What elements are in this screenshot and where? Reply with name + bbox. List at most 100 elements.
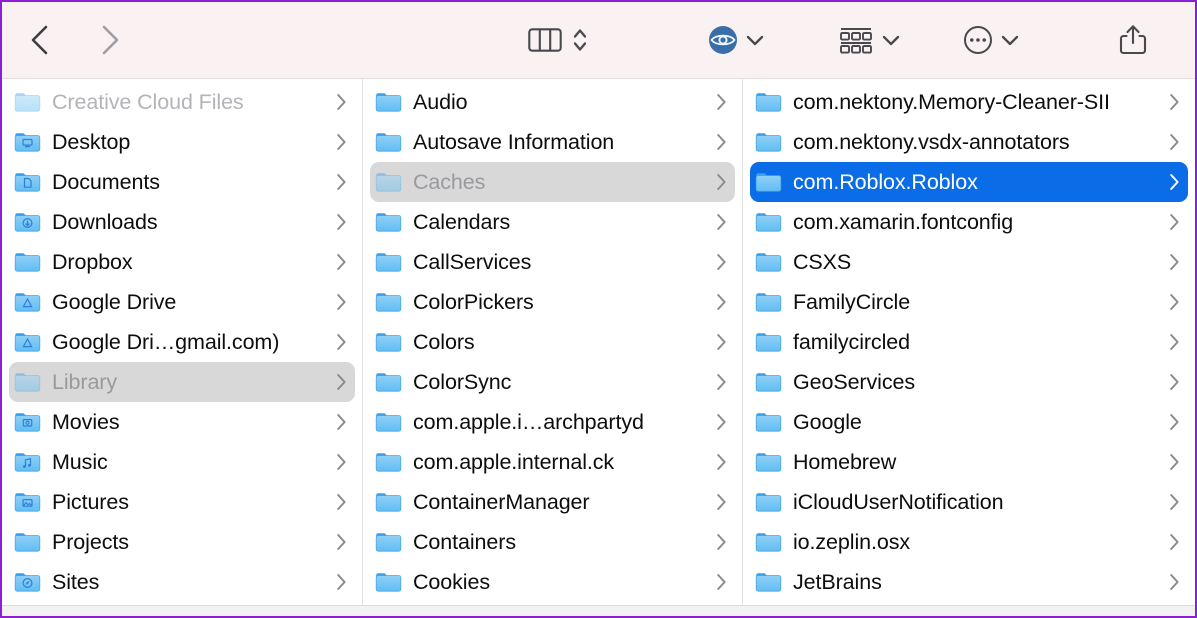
more-actions-button[interactable]: [963, 18, 1020, 62]
chevron-right-icon[interactable]: [715, 212, 728, 232]
list-item[interactable]: io.zeplin.osx: [750, 522, 1188, 562]
view-stepper-button[interactable]: [572, 18, 588, 62]
list-item[interactable]: Dropbox: [9, 242, 355, 282]
chevron-right-icon[interactable]: [1168, 332, 1181, 352]
library-column[interactable]: AudioAutosave InformationCachesCalendars…: [363, 79, 743, 605]
chevron-right-icon[interactable]: [715, 532, 728, 552]
list-item[interactable]: Homebrew: [750, 442, 1188, 482]
list-item[interactable]: Desktop: [9, 122, 355, 162]
chevron-right-icon[interactable]: [715, 372, 728, 392]
chevron-right-icon[interactable]: [1168, 172, 1181, 192]
chevron-right-icon[interactable]: [1168, 412, 1181, 432]
chevron-right-icon[interactable]: [715, 172, 728, 192]
list-item-label: JetBrains: [793, 570, 1162, 595]
chevron-right-icon[interactable]: [335, 372, 348, 392]
back-button[interactable]: [18, 18, 62, 62]
group-items-button[interactable]: [838, 18, 901, 62]
list-item[interactable]: Sites: [9, 562, 355, 602]
chevron-right-icon[interactable]: [715, 492, 728, 512]
list-item[interactable]: com.xamarin.fontconfig: [750, 202, 1188, 242]
folder-plain-icon: [755, 411, 782, 433]
list-item[interactable]: Autosave Information: [370, 122, 735, 162]
chevron-right-icon[interactable]: [1168, 572, 1181, 592]
chevron-right-icon[interactable]: [335, 452, 348, 472]
chevron-down-icon[interactable]: [881, 33, 901, 47]
sidebar-column[interactable]: Creative Cloud FilesDesktopDocumentsDown…: [2, 79, 363, 605]
chevron-right-icon[interactable]: [335, 212, 348, 232]
list-item[interactable]: Audio: [370, 82, 735, 122]
chevron-right-icon[interactable]: [335, 172, 348, 192]
chevron-right-icon[interactable]: [335, 332, 348, 352]
list-item[interactable]: Creative Cloud Files: [9, 82, 355, 122]
list-item[interactable]: iCloudUserNotification: [750, 482, 1188, 522]
share-button[interactable]: [1118, 18, 1148, 62]
folder-plain-icon: [755, 291, 782, 313]
list-item[interactable]: Google Dri…gmail.com): [9, 322, 355, 362]
list-item[interactable]: Library: [9, 362, 355, 402]
list-item[interactable]: FamilyCircle: [750, 282, 1188, 322]
list-item[interactable]: com.nektony.Memory-Cleaner-SII: [750, 82, 1188, 122]
list-item[interactable]: Cookies: [370, 562, 735, 602]
chevron-right-icon[interactable]: [335, 292, 348, 312]
list-item[interactable]: Music: [9, 442, 355, 482]
chevron-right-icon[interactable]: [335, 92, 348, 112]
list-item[interactable]: Colors: [370, 322, 735, 362]
chevron-right-icon[interactable]: [1168, 92, 1181, 112]
list-item[interactable]: Containers: [370, 522, 735, 562]
chevron-right-icon[interactable]: [335, 252, 348, 272]
chevron-right-icon[interactable]: [715, 332, 728, 352]
chevron-right-icon[interactable]: [335, 532, 348, 552]
list-item-label: FamilyCircle: [793, 290, 1162, 315]
chevron-right-icon[interactable]: [1168, 132, 1181, 152]
list-item[interactable]: Downloads: [9, 202, 355, 242]
list-item[interactable]: ContainerManager: [370, 482, 735, 522]
list-item[interactable]: JetBrains: [750, 562, 1188, 602]
list-item[interactable]: Google: [750, 402, 1188, 442]
chevron-right-icon[interactable]: [715, 412, 728, 432]
list-item-label: ContainerManager: [413, 490, 709, 515]
quicklook-button[interactable]: [708, 18, 765, 62]
chevron-right-icon[interactable]: [1168, 212, 1181, 232]
list-item[interactable]: com.apple.internal.ck: [370, 442, 735, 482]
list-item[interactable]: ColorSync: [370, 362, 735, 402]
chevron-right-icon[interactable]: [715, 252, 728, 272]
folder-plain-icon: [375, 531, 402, 553]
folder-plain-icon: [375, 331, 402, 353]
list-item[interactable]: Google Drive: [9, 282, 355, 322]
list-item[interactable]: ColorPickers: [370, 282, 735, 322]
chevron-right-icon[interactable]: [715, 292, 728, 312]
chevron-down-icon[interactable]: [1000, 33, 1020, 47]
list-item[interactable]: com.apple.i…archpartyd: [370, 402, 735, 442]
chevron-right-icon[interactable]: [1168, 532, 1181, 552]
chevron-right-icon[interactable]: [1168, 252, 1181, 272]
chevron-down-icon[interactable]: [745, 33, 765, 47]
chevron-right-icon[interactable]: [335, 492, 348, 512]
list-item[interactable]: Pictures: [9, 482, 355, 522]
chevron-right-icon[interactable]: [335, 132, 348, 152]
list-item[interactable]: Calendars: [370, 202, 735, 242]
list-item-label: GeoServices: [793, 370, 1162, 395]
chevron-right-icon[interactable]: [1168, 452, 1181, 472]
caches-column[interactable]: com.nektony.Memory-Cleaner-SIIcom.nekton…: [743, 79, 1195, 605]
list-item[interactable]: com.nektony.vsdx-annotators: [750, 122, 1188, 162]
list-item[interactable]: CSXS: [750, 242, 1188, 282]
chevron-right-icon[interactable]: [335, 572, 348, 592]
chevron-right-icon[interactable]: [715, 92, 728, 112]
chevron-right-icon[interactable]: [715, 132, 728, 152]
list-item[interactable]: Caches: [370, 162, 735, 202]
chevron-right-icon[interactable]: [1168, 492, 1181, 512]
list-item[interactable]: com.Roblox.Roblox: [750, 162, 1188, 202]
list-item[interactable]: Documents: [9, 162, 355, 202]
list-item[interactable]: GeoServices: [750, 362, 1188, 402]
list-item[interactable]: Projects: [9, 522, 355, 562]
chevron-right-icon[interactable]: [715, 572, 728, 592]
view-mode-button[interactable]: [528, 18, 562, 62]
forward-button[interactable]: [88, 18, 132, 62]
list-item[interactable]: Movies: [9, 402, 355, 442]
chevron-right-icon[interactable]: [715, 452, 728, 472]
list-item[interactable]: CallServices: [370, 242, 735, 282]
list-item[interactable]: familycircled: [750, 322, 1188, 362]
chevron-right-icon[interactable]: [1168, 292, 1181, 312]
chevron-right-icon[interactable]: [335, 412, 348, 432]
chevron-right-icon[interactable]: [1168, 372, 1181, 392]
